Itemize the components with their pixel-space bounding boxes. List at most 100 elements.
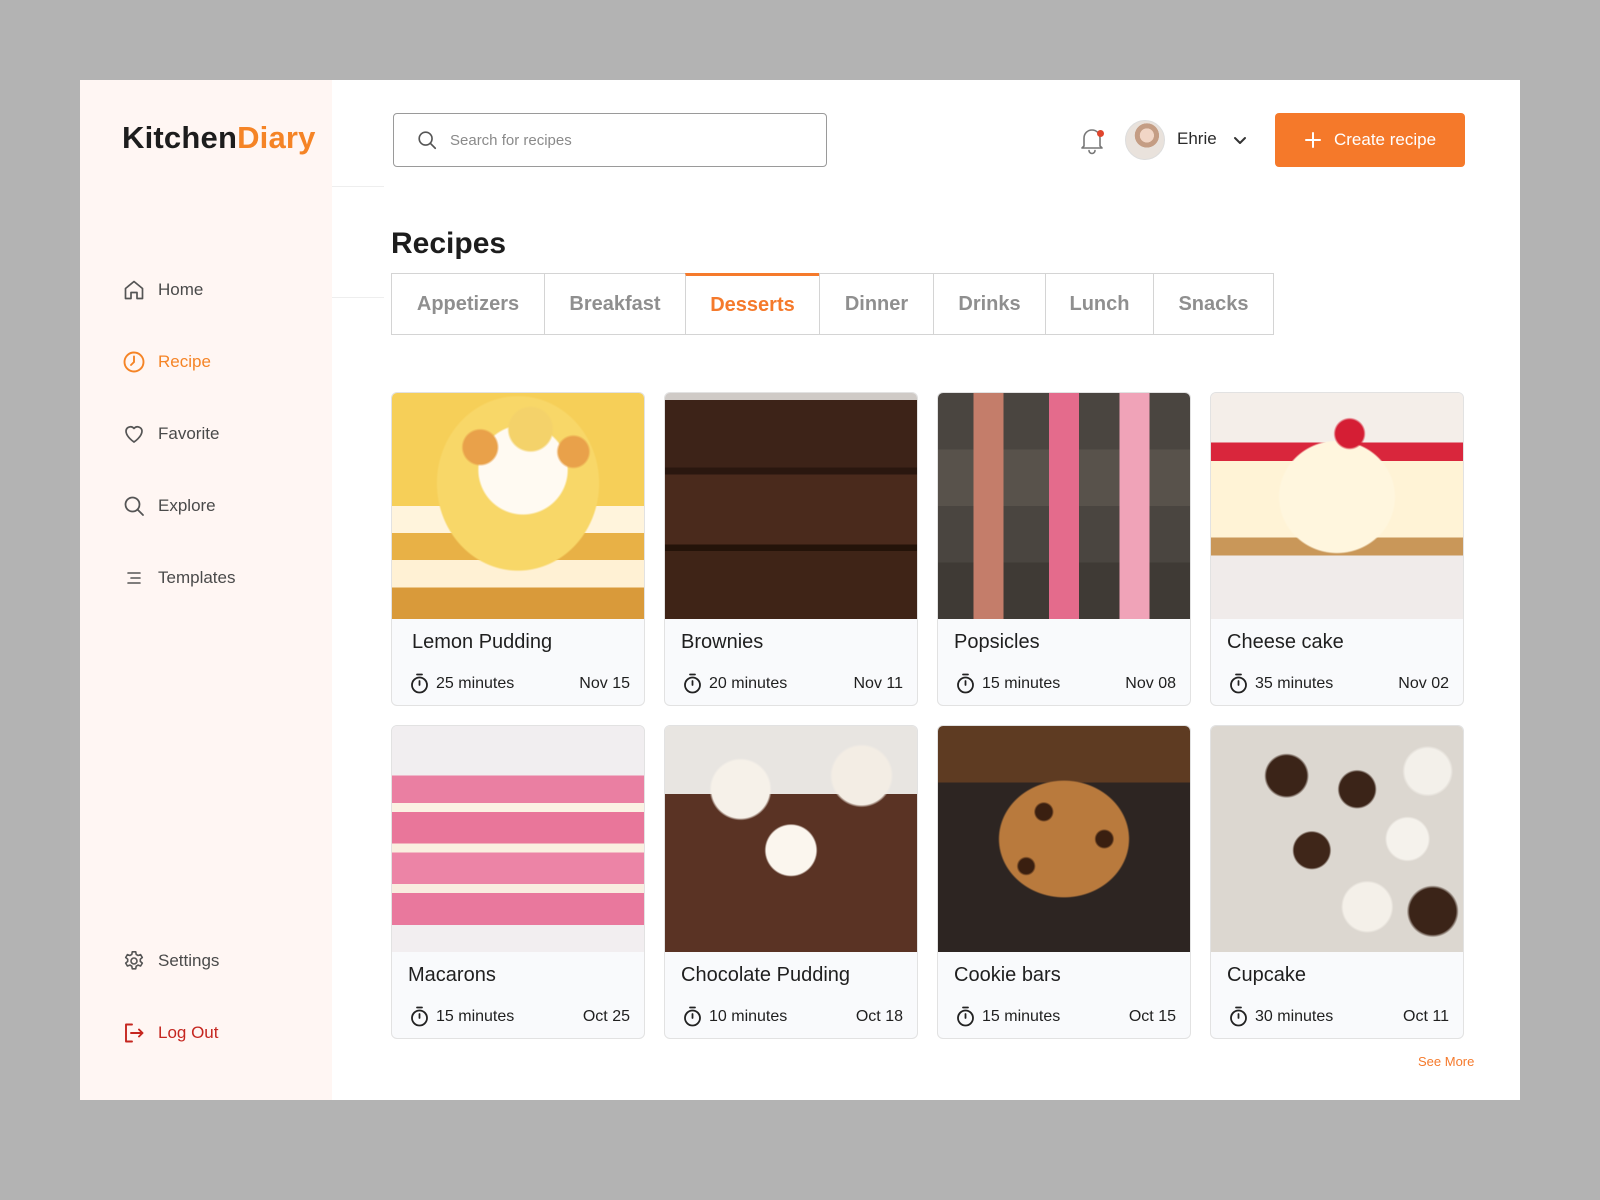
recipe-time: 30 minutes [1255, 1007, 1334, 1025]
search-icon [124, 496, 144, 516]
timer-icon [957, 673, 974, 694]
sidebar-item-recipe[interactable]: Recipe [122, 347, 211, 377]
avatar[interactable] [1125, 120, 1165, 160]
divider [332, 186, 384, 187]
heart-icon [125, 426, 143, 443]
sidebar-item-label: Home [158, 280, 204, 299]
plus-icon [1304, 132, 1321, 148]
recipe-image [665, 393, 917, 619]
recipe-meta: 15 minutes Oct 15 [956, 1006, 1176, 1027]
recipe-name: Brownies [681, 631, 764, 653]
recipe-card-macarons[interactable]: Macarons 15 minutes Oct 25 [391, 725, 645, 1039]
timer-icon [1230, 1006, 1247, 1027]
search-icon [418, 131, 437, 150]
sidebar-item-label: Settings [158, 951, 220, 970]
recipe-time: 20 minutes [709, 674, 788, 692]
recipe-image [392, 393, 644, 619]
create-recipe-label: Create recipe [1333, 130, 1437, 149]
sidebar-item-home[interactable]: Home [122, 275, 203, 305]
recipe-time: 15 minutes [982, 1007, 1061, 1025]
divider [332, 297, 384, 298]
sidebar-item-label: Explore [158, 496, 216, 515]
list-icon [127, 572, 141, 584]
recipe-meta: 30 minutes Oct 11 [1229, 1006, 1449, 1027]
recipe-name: Cupcake [1227, 964, 1306, 986]
recipe-time: 25 minutes [436, 674, 515, 692]
recipe-image [392, 726, 644, 952]
tab-drinks[interactable]: Drinks [933, 273, 1046, 335]
recipe-name: Chocolate Pudding [681, 964, 851, 986]
recipe-name: Macarons [408, 964, 496, 986]
recipe-card-cookie-bars[interactable]: Cookie bars 15 minutes Oct 15 [937, 725, 1191, 1039]
sidebar-item-label: Favorite [158, 424, 220, 443]
recipe-card-cupcake[interactable]: Cupcake 30 minutes Oct 11 [1210, 725, 1464, 1039]
sidebar-item-logout[interactable]: Log Out [122, 1018, 219, 1048]
recipe-image [1211, 393, 1463, 619]
category-tabs: Appetizers Breakfast Desserts Dinner Dri… [391, 273, 1274, 335]
recipe-name: Popsicles [954, 631, 1040, 653]
sidebar-item-explore[interactable]: Explore [122, 491, 216, 521]
recipe-meta: 25 minutes Nov 15 [410, 673, 630, 694]
logo-diary: Diary [237, 120, 316, 155]
user-name[interactable]: Ehrie [1177, 129, 1217, 149]
recipe-meta: 15 minutes Oct 25 [410, 1006, 630, 1027]
recipe-meta: 15 minutes Nov 08 [956, 673, 1176, 694]
gear-icon [124, 951, 144, 970]
logout-icon [125, 1023, 144, 1043]
app-window: KitchenDiary Home Recipe Favorite Explor… [80, 80, 1520, 1100]
recipe-name: Lemon Pudding [412, 631, 553, 653]
recipe-time: 15 minutes [436, 1007, 515, 1025]
sidebar-item-settings[interactable]: Settings [122, 946, 219, 976]
tab-lunch[interactable]: Lunch [1045, 273, 1154, 335]
notification-dot [1097, 130, 1104, 137]
recipe-name: Cookie bars [954, 964, 1061, 986]
clock-icon [123, 351, 145, 373]
timer-icon [411, 673, 428, 694]
timer-icon [684, 673, 701, 694]
recipe-image [938, 393, 1190, 619]
search-input[interactable] [450, 131, 780, 149]
tab-dinner[interactable]: Dinner [819, 273, 934, 335]
recipe-card-chocolate-pudding[interactable]: Chocolate Pudding 10 minutes Oct 18 [664, 725, 918, 1039]
sidebar-item-label: Recipe [158, 352, 211, 371]
recipe-date: Nov 08 [1125, 674, 1176, 692]
recipe-meta: 35 minutes Nov 02 [1229, 673, 1449, 694]
recipe-time: 35 minutes [1255, 674, 1334, 692]
recipe-meta: 10 minutes Oct 18 [683, 1006, 903, 1027]
recipe-date: Nov 15 [579, 674, 630, 692]
recipe-date: Oct 11 [1403, 1007, 1449, 1025]
recipe-image [665, 726, 917, 952]
recipe-date: Oct 15 [1128, 1007, 1176, 1025]
tab-breakfast[interactable]: Breakfast [544, 273, 686, 335]
recipe-image [1211, 726, 1463, 952]
recipe-date: Oct 25 [582, 1007, 630, 1025]
see-more-link[interactable]: See More [1418, 1054, 1474, 1069]
page-title: Recipes [391, 227, 507, 260]
timer-icon [411, 1006, 428, 1027]
recipe-date: Nov 02 [1398, 674, 1449, 692]
sidebar-item-label: Log Out [158, 1023, 219, 1042]
search-bar[interactable] [393, 113, 827, 167]
recipe-card-cheese-cake[interactable]: Cheese cake 35 minutes Nov 02 [1210, 392, 1464, 706]
tab-appetizers[interactable]: Appetizers [391, 273, 545, 335]
recipe-image [938, 726, 1190, 952]
home-icon [124, 280, 144, 300]
recipe-time: 15 minutes [982, 674, 1061, 692]
sidebar-item-favorite[interactable]: Favorite [122, 419, 219, 449]
logo-kitchen: Kitchen [122, 120, 238, 155]
sidebar: KitchenDiary Home Recipe Favorite Explor… [80, 80, 332, 1100]
sidebar-item-templates[interactable]: Templates [122, 563, 235, 593]
app-logo[interactable]: KitchenDiary [122, 120, 316, 156]
timer-icon [684, 1006, 701, 1027]
recipe-card-brownies[interactable]: Brownies 20 minutes Nov 11 [664, 392, 918, 706]
create-recipe-button[interactable]: Create recipe [1275, 113, 1465, 167]
recipe-card-popsicles[interactable]: Popsicles 15 minutes Nov 08 [937, 392, 1191, 706]
recipe-date: Nov 11 [853, 674, 903, 692]
recipe-date: Oct 18 [855, 1007, 903, 1025]
recipe-card-lemon-pudding[interactable]: Lemon Pudding 25 minutes Nov 15 [391, 392, 645, 706]
tab-snacks[interactable]: Snacks [1153, 273, 1274, 335]
chevron-down-icon[interactable] [1230, 130, 1250, 150]
recipe-name: Cheese cake [1227, 631, 1344, 653]
timer-icon [957, 1006, 974, 1027]
tab-desserts[interactable]: Desserts [685, 273, 820, 335]
